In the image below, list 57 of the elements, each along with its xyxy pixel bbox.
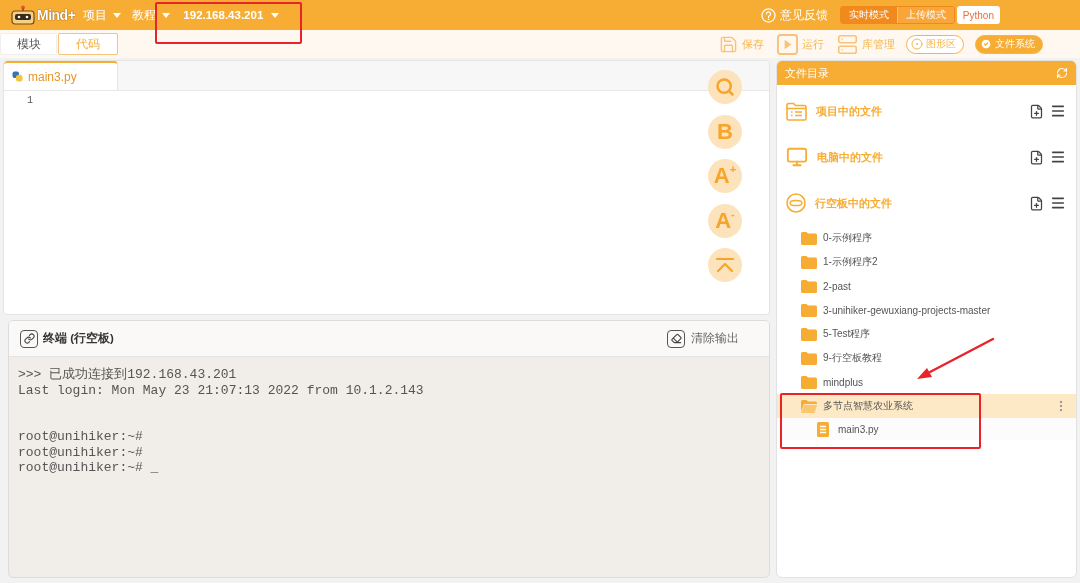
menu-item[interactable]: 教程 <box>127 3 176 27</box>
board-icon <box>786 193 806 213</box>
terminal-line: root@unihiker:~# <box>18 429 144 445</box>
menu-icon[interactable] <box>1050 149 1066 165</box>
panel-title: 文件目录 <box>785 65 829 81</box>
search-icon <box>715 77 735 97</box>
view-tab[interactable]: 代码 <box>58 33 118 55</box>
panel-toggle[interactable]: 文件系统 <box>975 34 1043 54</box>
monitor-icon <box>786 146 808 168</box>
line-number: 1 <box>27 94 34 108</box>
clear-output-button[interactable]: 清除输出 <box>667 329 739 348</box>
menu-item[interactable]: 项目 <box>78 3 127 27</box>
app-logo: Mind+ <box>37 7 76 23</box>
view-tab[interactable]: 模块 <box>0 33 57 55</box>
python-mode-switch[interactable]: Python <box>956 6 1000 24</box>
folder-item[interactable]: 多节点智慧农业系统 <box>777 394 1076 418</box>
file-plus-icon[interactable] <box>1029 103 1044 119</box>
radio-icon <box>911 38 923 50</box>
link-icon <box>20 329 38 348</box>
help-icon <box>760 7 776 23</box>
mode-option[interactable]: 实时模式 <box>840 7 897 23</box>
menu-icon[interactable] <box>1050 103 1066 119</box>
folder-list-icon <box>786 101 807 121</box>
terminal-line: Last login: Mon May 23 21:07:13 2022 from 10.1.2.143 <box>18 382 425 398</box>
file-icon <box>817 421 829 437</box>
library-button[interactable]: 库管理 <box>837 32 895 56</box>
font-decrease-button[interactable]: A$^{-}$ <box>708 203 742 238</box>
play-icon <box>777 33 798 55</box>
save-button[interactable]: 保存 <box>719 32 764 56</box>
file-tab[interactable]: main3.py <box>4 61 118 90</box>
section-title: 项目中的文件 <box>816 103 883 119</box>
terminal-line: >>> 已成功连接到192.168.43.201 <box>18 367 238 383</box>
eraser-icon <box>667 329 685 348</box>
menu-icon[interactable] <box>1050 195 1066 211</box>
check-icon <box>980 38 992 50</box>
robot-logo-icon <box>10 5 36 25</box>
terminal-line: root@unihiker:~# _ <box>18 460 160 476</box>
panel-toggle[interactable]: 图形区 <box>906 34 964 54</box>
caret-icon <box>162 12 171 18</box>
bold-button[interactable]: B <box>708 114 742 149</box>
section-title: 行空板中的文件 <box>815 195 893 211</box>
file-plus-icon[interactable] <box>1029 195 1044 211</box>
device-selector[interactable]: 192.168.43.201 <box>179 3 284 27</box>
file-type-icon <box>12 71 23 82</box>
server-icon <box>837 33 858 55</box>
mode-option[interactable]: 上传模式 <box>896 7 954 23</box>
save-icon <box>719 34 738 54</box>
terminal-title: 终端 (行空板) <box>43 331 114 346</box>
section-title: 电脑中的文件 <box>817 149 884 165</box>
feedback-button[interactable]: 意见反馈 <box>760 3 828 27</box>
terminal-line: root@unihiker:~# <box>18 444 144 460</box>
scroll-top-icon <box>716 257 734 273</box>
caret-icon <box>271 12 280 18</box>
font-increase-button[interactable]: A$^{+}$ <box>708 159 742 193</box>
file-plus-icon[interactable] <box>1029 149 1044 165</box>
run-button[interactable]: 运行 <box>777 32 824 56</box>
caret-icon <box>113 12 122 18</box>
